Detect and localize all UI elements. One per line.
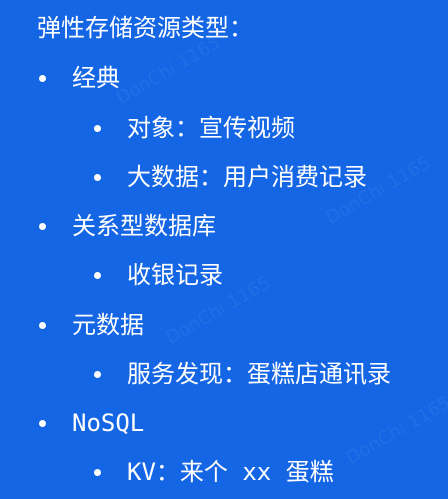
slide-heading: 弹性存储资源类型：: [37, 14, 253, 42]
bullet-icon: [94, 272, 101, 279]
watermark: DonChi 1165: [342, 392, 448, 469]
sub-list-item-label: 大数据：用户消费记录: [127, 163, 367, 191]
bullet-icon: [39, 223, 46, 230]
bullet-icon: [94, 371, 101, 378]
list-item-label: NoSQL: [72, 409, 145, 437]
bullet-icon: [39, 322, 46, 329]
bullet-icon: [39, 75, 46, 82]
sub-list-item-label: 收银记录: [127, 261, 223, 289]
bullet-icon: [94, 125, 101, 132]
sub-list-item-label: 服务发现：蛋糕店通讯录: [127, 360, 391, 388]
list-item-label: 元数据: [72, 311, 144, 339]
sub-list-item-label: KV：来个 xx 蛋糕: [127, 458, 334, 486]
slide: DonChi 1165 DonChi 1165 DonChi 1165 DonC…: [0, 0, 448, 499]
list-item-label: 关系型数据库: [72, 212, 216, 240]
bullet-icon: [39, 420, 46, 427]
list-item-label: 经典: [72, 64, 120, 92]
bullet-icon: [94, 174, 101, 181]
bullet-icon: [94, 469, 101, 476]
sub-list-item-label: 对象：宣传视频: [127, 114, 295, 142]
